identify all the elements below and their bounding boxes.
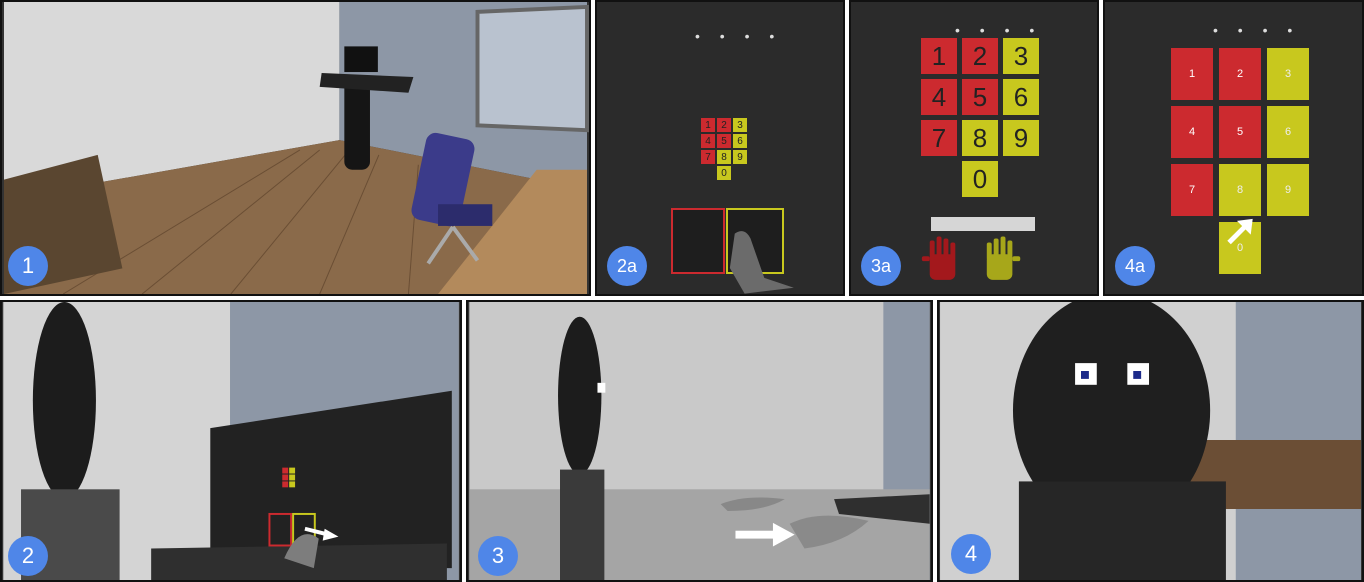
key-2[interactable]: 2	[962, 38, 998, 74]
key-8[interactable]: 8	[1219, 164, 1261, 216]
key-9[interactable]: 9	[1003, 120, 1039, 156]
panel-label-badge: 4	[951, 534, 991, 574]
key-7[interactable]: 7	[701, 150, 715, 164]
key-7[interactable]: 7	[1171, 164, 1213, 216]
key-1[interactable]: 1	[1171, 48, 1213, 100]
red-hand-zone[interactable]	[671, 208, 725, 274]
key-5[interactable]: 5	[962, 79, 998, 115]
key-2[interactable]: 2	[1219, 48, 1261, 100]
panel-4a-keypad-arrow: • • • • 1 2 3 4 5 6 7 8 9 0 4a	[1103, 0, 1364, 296]
office-scene	[3, 2, 589, 294]
key-9[interactable]: 9	[1267, 164, 1309, 216]
key-5[interactable]: 5	[1219, 106, 1261, 158]
panel-3-agent-hands: 3	[466, 300, 933, 582]
key-4[interactable]: 4	[921, 79, 957, 115]
pin-dots: • • • •	[1213, 22, 1301, 38]
yellow-hand-zone[interactable]	[726, 208, 784, 274]
agent-board-scene	[3, 302, 459, 580]
yellow-hand-icon	[986, 236, 1021, 280]
pin-dots: • • • •	[695, 28, 783, 44]
key-1[interactable]: 1	[701, 118, 715, 132]
panel-label-badge: 2a	[607, 246, 647, 286]
key-8[interactable]: 8	[962, 120, 998, 156]
key-3[interactable]: 3	[733, 118, 747, 132]
panel-label-badge: 4a	[1115, 246, 1155, 286]
panel-label-badge: 3	[478, 536, 518, 576]
key-6[interactable]: 6	[1267, 106, 1309, 158]
keypad-small: 1 2 3 4 5 6 7 8 9 0	[701, 118, 747, 180]
key-5[interactable]: 5	[717, 134, 731, 148]
key-3[interactable]: 3	[1003, 38, 1039, 74]
keypad-medium: 1 2 3 4 5 6 7 8 9 0	[921, 38, 1039, 197]
panel-label-badge: 2	[8, 536, 48, 576]
hand-rest-bar	[931, 217, 1035, 231]
key-4[interactable]: 4	[701, 134, 715, 148]
agent-closeup-scene	[940, 302, 1361, 580]
key-3[interactable]: 3	[1267, 48, 1309, 100]
panel-1-office: 1	[0, 0, 591, 296]
key-0[interactable]: 0	[1219, 222, 1261, 274]
agent-hands-scene	[469, 302, 930, 580]
key-6[interactable]: 6	[1003, 79, 1039, 115]
key-0[interactable]: 0	[717, 166, 731, 180]
panel-label-badge: 3a	[861, 246, 901, 286]
key-4[interactable]: 4	[1171, 106, 1213, 158]
pin-dots: • • • •	[955, 22, 1043, 38]
panel-label-badge: 1	[8, 246, 48, 286]
key-9[interactable]: 9	[733, 150, 747, 164]
panel-4-agent-closeup: 4	[937, 300, 1364, 582]
key-1[interactable]: 1	[921, 38, 957, 74]
key-6[interactable]: 6	[733, 134, 747, 148]
key-2[interactable]: 2	[717, 118, 731, 132]
keypad-large: 1 2 3 4 5 6 7 8 9 0	[1171, 48, 1309, 274]
panel-3a-keypad-hands: • • • • 1 2 3 4 5 6 7 8 9 0 3a	[849, 0, 1099, 296]
key-8[interactable]: 8	[717, 150, 731, 164]
panel-2a-keypad-small: • • • • 1 2 3 4 5 6 7 8 9 0 2a	[595, 0, 845, 296]
key-7[interactable]: 7	[921, 120, 957, 156]
panel-2-agent-board: 2	[0, 300, 462, 582]
key-0[interactable]: 0	[962, 161, 998, 197]
red-hand-icon	[921, 236, 956, 280]
